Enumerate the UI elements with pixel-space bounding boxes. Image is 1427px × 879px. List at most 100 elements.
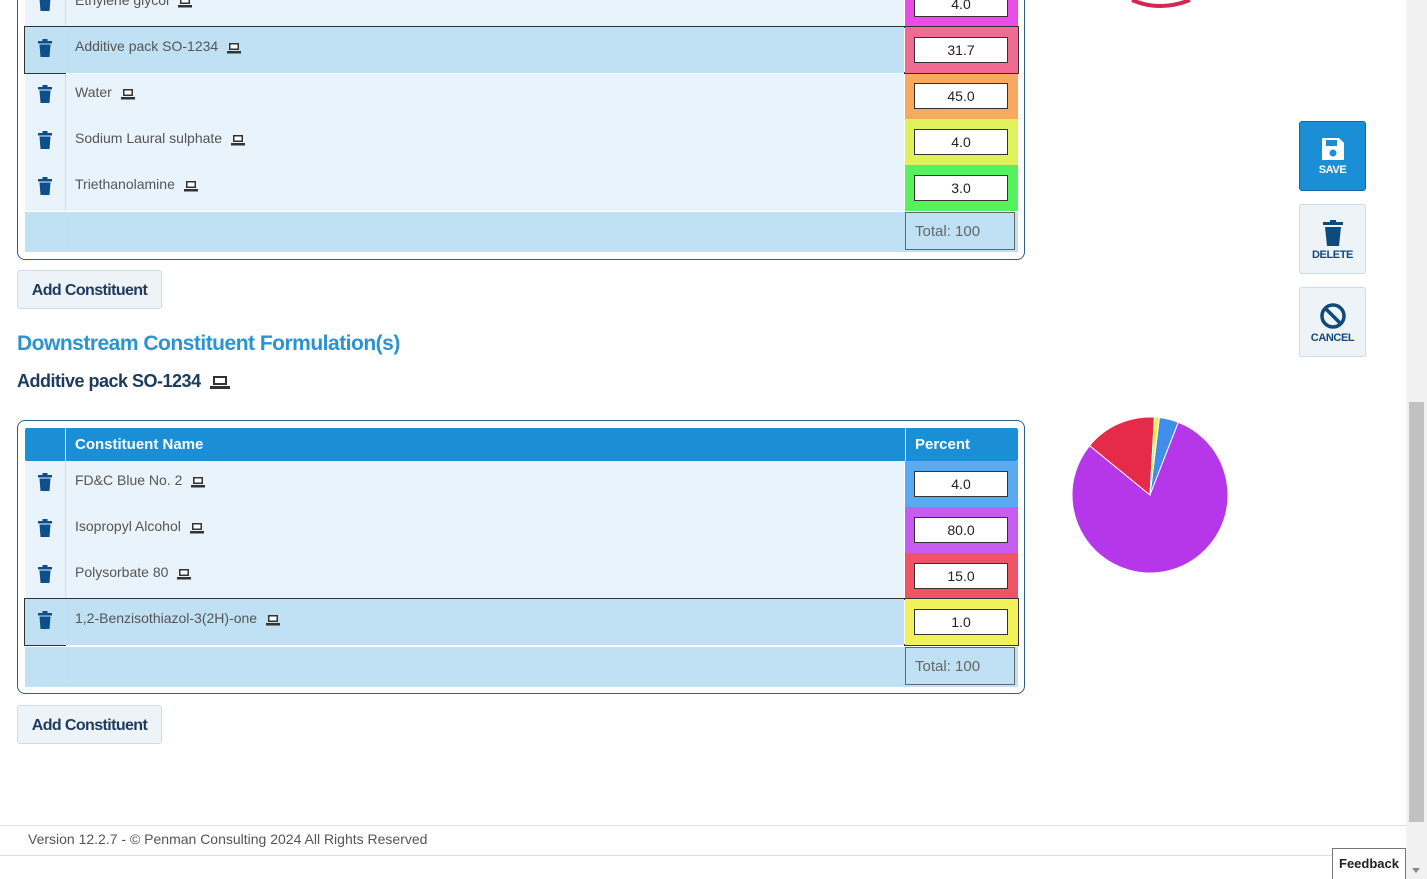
constituent-name-cell: Ethylene glycol	[66, 0, 904, 28]
computer-icon[interactable]	[178, 0, 192, 8]
table-row[interactable]: Additive pack SO-1234 31.7	[24, 26, 1019, 74]
upper-constituent-table: Ethylene glycol 4.0 Additive pack SO-1234 3…	[17, 0, 1025, 260]
constituent-name[interactable]: Triethanolamine	[75, 176, 175, 192]
trash-icon[interactable]	[38, 39, 52, 57]
table-row[interactable]: Polysorbate 80 15.0	[25, 553, 1018, 600]
delete-cell	[25, 119, 66, 165]
delete-cell	[25, 461, 66, 507]
table-row[interactable]: Triethanolamine 3.0	[25, 165, 1018, 212]
floppy-disk-icon	[1321, 138, 1344, 160]
total-row: Total: 100	[25, 212, 1018, 252]
computer-icon[interactable]	[177, 569, 191, 580]
percent-input[interactable]: 4.0	[914, 0, 1008, 17]
upper-pie-chart-fragment	[1131, 0, 1191, 8]
column-header-name: Constituent Name	[75, 436, 204, 453]
delete-cell	[25, 599, 66, 645]
percent-input[interactable]: 4.0	[914, 471, 1008, 497]
save-button[interactable]: SAVE	[1299, 121, 1366, 191]
constituent-name-cell: Sodium Laural sulphate	[66, 119, 904, 166]
footer-divider	[0, 855, 1406, 856]
table-row[interactable]: Water 45.0	[25, 73, 1018, 120]
trash-icon[interactable]	[38, 565, 52, 583]
percent-cell: 3.0	[905, 165, 1018, 211]
constituent-name[interactable]: Polysorbate 80	[75, 564, 168, 580]
downstream-formulation-title: Additive pack SO-1234	[17, 371, 231, 392]
constituent-name-cell: Additive pack SO-1234	[66, 27, 904, 74]
trash-icon[interactable]	[38, 519, 52, 537]
constituent-name[interactable]: Sodium Laural sulphate	[75, 130, 222, 146]
constituent-name-cell: Water	[66, 73, 904, 120]
computer-icon[interactable]	[191, 477, 205, 488]
percent-input[interactable]: 1.0	[914, 609, 1008, 635]
trash-icon[interactable]	[38, 611, 52, 629]
table-row[interactable]: Isopropyl Alcohol 80.0	[25, 507, 1018, 554]
constituent-name-cell: 1,2-Benzisothiazol-3(2H)-one	[66, 599, 904, 646]
trash-icon[interactable]	[38, 85, 52, 103]
constituent-name[interactable]: Water	[75, 84, 112, 100]
total-percent: Total: 100	[905, 212, 1015, 250]
delete-cell	[25, 553, 66, 599]
percent-cell: 45.0	[905, 73, 1018, 119]
computer-icon[interactable]	[184, 181, 198, 192]
computer-icon[interactable]	[190, 523, 204, 534]
percent-cell: 15.0	[905, 553, 1018, 599]
delete-button[interactable]: DELETE	[1299, 204, 1366, 274]
computer-icon[interactable]	[266, 615, 280, 626]
constituent-name[interactable]: 1,2-Benzisothiazol-3(2H)-one	[75, 610, 257, 626]
constituent-name-cell: FD&C Blue No. 2	[66, 461, 904, 508]
percent-cell: 1.0	[905, 599, 1018, 645]
add-constituent-button[interactable]: Add Constituent	[17, 270, 162, 309]
computer-icon[interactable]	[227, 43, 241, 54]
downstream-pie-chart	[1071, 416, 1229, 574]
computer-icon	[210, 375, 231, 389]
percent-input[interactable]: 31.7	[914, 37, 1008, 63]
scrollbar-thumb[interactable]	[1409, 402, 1424, 822]
constituent-name-cell: Isopropyl Alcohol	[66, 507, 904, 554]
constituent-name[interactable]: Isopropyl Alcohol	[75, 518, 181, 534]
scroll-down-arrow-icon[interactable]	[1412, 868, 1420, 873]
percent-input[interactable]: 80.0	[914, 517, 1008, 543]
trash-icon[interactable]	[38, 0, 52, 11]
page-scrollbar[interactable]	[1406, 0, 1427, 879]
constituent-name-cell: Triethanolamine	[66, 165, 904, 212]
constituent-name[interactable]: Ethylene glycol	[75, 0, 169, 8]
computer-icon[interactable]	[121, 89, 135, 100]
computer-icon[interactable]	[231, 135, 245, 146]
delete-cell	[25, 27, 66, 73]
percent-input[interactable]: 3.0	[914, 175, 1008, 201]
constituent-name[interactable]: FD&C Blue No. 2	[75, 472, 182, 488]
trash-icon[interactable]	[38, 131, 52, 149]
constituent-name-cell: Polysorbate 80	[66, 553, 904, 600]
percent-input[interactable]: 15.0	[914, 563, 1008, 589]
table-row[interactable]: Sodium Laural sulphate 4.0	[25, 119, 1018, 166]
trash-icon	[1322, 220, 1343, 246]
table-row[interactable]: FD&C Blue No. 2 4.0	[25, 461, 1018, 508]
percent-input[interactable]: 45.0	[914, 83, 1008, 109]
table-row[interactable]: Ethylene glycol 4.0	[25, 0, 1018, 28]
column-header-percent: Percent	[915, 436, 971, 453]
percent-cell: 4.0	[905, 119, 1018, 165]
trash-icon[interactable]	[38, 473, 52, 491]
constituent-name[interactable]: Additive pack SO-1234	[75, 38, 218, 54]
cancel-button[interactable]: CANCEL	[1299, 287, 1366, 357]
percent-cell: 80.0	[905, 507, 1018, 553]
percent-cell: 4.0	[905, 461, 1018, 507]
trash-icon[interactable]	[38, 177, 52, 195]
delete-cell	[25, 0, 66, 27]
total-percent: Total: 100	[905, 647, 1015, 685]
footer-divider	[0, 825, 1406, 826]
total-row: Total: 100	[25, 647, 1018, 687]
downstream-constituent-table: Constituent Name Percent FD&C Blue No. 2…	[17, 420, 1025, 694]
table-header: Constituent Name Percent	[25, 428, 1018, 461]
percent-input[interactable]: 4.0	[914, 129, 1008, 155]
footer-version-text: Version 12.2.7 - © Penman Consulting 202…	[28, 831, 428, 847]
delete-cell	[25, 73, 66, 119]
feedback-button[interactable]: Feedback	[1332, 848, 1406, 879]
add-constituent-button[interactable]: Add Constituent	[17, 705, 162, 744]
ban-icon	[1319, 303, 1346, 329]
table-row[interactable]: 1,2-Benzisothiazol-3(2H)-one 1.0	[24, 598, 1019, 646]
delete-cell	[25, 165, 66, 211]
percent-cell: 4.0	[905, 0, 1018, 27]
delete-cell	[25, 507, 66, 553]
percent-cell: 31.7	[905, 27, 1018, 73]
